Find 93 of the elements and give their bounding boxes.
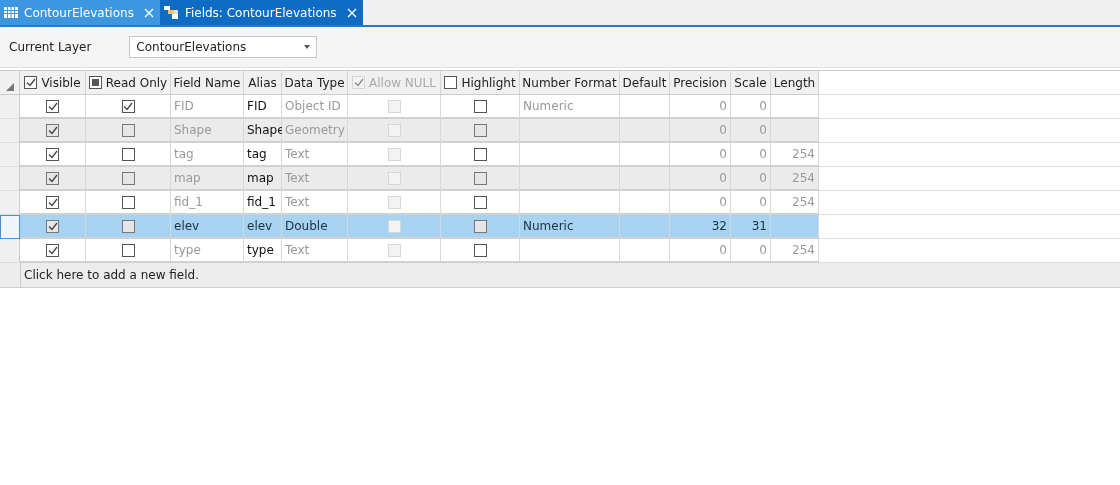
table-cell: fid_1: [244, 191, 282, 215]
column-header[interactable]: Length: [771, 71, 819, 95]
checkbox[interactable]: [46, 243, 59, 257]
column-header[interactable]: Visible: [20, 71, 86, 95]
checkbox[interactable]: [121, 171, 135, 185]
column-header[interactable]: Precision: [670, 71, 731, 95]
table-cell: [620, 95, 670, 119]
checkbox[interactable]: [121, 243, 135, 257]
checkbox[interactable]: [88, 76, 102, 89]
table-cell: Object ID: [282, 95, 348, 119]
table-cell: elev: [244, 215, 282, 239]
table-cell: 32: [670, 215, 731, 239]
checkbox[interactable]: [473, 171, 487, 185]
table-cell: [771, 95, 819, 119]
checkbox[interactable]: [121, 147, 135, 161]
checkbox[interactable]: [473, 99, 487, 113]
checkbox[interactable]: [473, 123, 487, 137]
checkbox[interactable]: [46, 171, 59, 185]
table-cell: Numeric: [520, 215, 620, 239]
column-header[interactable]: Highlight: [441, 71, 520, 95]
table-cell: [620, 191, 670, 215]
checkbox[interactable]: [46, 219, 59, 233]
close-icon[interactable]: [143, 7, 154, 18]
checkbox[interactable]: [444, 76, 458, 89]
column-header[interactable]: Number Format: [520, 71, 620, 95]
column-header[interactable]: Scale: [731, 71, 771, 95]
table-cell: FID: [244, 95, 282, 119]
table-cell: 254: [771, 239, 819, 263]
table-cell: [620, 167, 670, 191]
table-cell: Text: [282, 191, 348, 215]
table-cell: Double: [282, 215, 348, 239]
table-cell: 0: [670, 191, 731, 215]
layer-label: Current Layer: [9, 40, 92, 54]
table-cell: tag: [244, 143, 282, 167]
column-header[interactable]: Read Only: [86, 71, 171, 95]
table-cell: Numeric: [520, 95, 620, 119]
checkbox[interactable]: [473, 147, 487, 161]
table-cell: tag: [171, 143, 244, 167]
table-cell: 254: [771, 191, 819, 215]
checkbox[interactable]: [473, 243, 487, 257]
table-cell: 31: [731, 215, 771, 239]
table-cell: [620, 143, 670, 167]
table-cell: 0: [670, 119, 731, 143]
table-cell: 254: [771, 167, 819, 191]
checkbox[interactable]: [24, 76, 38, 89]
checkbox[interactable]: [473, 219, 487, 233]
table-cell: type: [171, 239, 244, 263]
checkbox[interactable]: [46, 99, 59, 113]
select-all-icon[interactable]: [5, 83, 14, 91]
column-header[interactable]: Field Name: [171, 71, 244, 95]
tab[interactable]: Fields: ContourElevations: [159, 0, 363, 25]
table-cell: 0: [731, 95, 771, 119]
table-cell: 0: [731, 191, 771, 215]
table-cell: 0: [731, 239, 771, 263]
table-cell: [620, 119, 670, 143]
table-cell: Shape: [171, 119, 244, 143]
table-cell: 0: [670, 167, 731, 191]
checkbox[interactable]: [121, 123, 135, 137]
checkbox[interactable]: [121, 99, 135, 113]
checkbox[interactable]: [46, 123, 59, 137]
close-icon[interactable]: [346, 7, 357, 18]
table-cell: 254: [771, 143, 819, 167]
table-cell: Text: [282, 167, 348, 191]
checkbox[interactable]: [46, 195, 59, 209]
table-cell: 0: [670, 239, 731, 263]
layer-dropdown[interactable]: ContourElevations: [129, 36, 318, 58]
table-cell: map: [171, 167, 244, 191]
column-header[interactable]: Default: [620, 71, 670, 95]
fields-icon: [163, 6, 179, 19]
table-cell: 0: [731, 119, 771, 143]
table-cell: Text: [282, 239, 348, 263]
checkbox[interactable]: [121, 219, 135, 233]
table-cell: 0: [731, 167, 771, 191]
table-cell: type: [244, 239, 282, 263]
checkbox[interactable]: [473, 195, 487, 209]
column-header[interactable]: Alias: [244, 71, 282, 95]
table-cell: [620, 215, 670, 239]
caret-icon: [304, 45, 311, 49]
table-cell: 0: [731, 143, 771, 167]
table-cell: [771, 215, 819, 239]
table-cell: elev: [171, 215, 244, 239]
table-cell: Text: [282, 143, 348, 167]
table-cell: FID: [171, 95, 244, 119]
table-cell: [771, 119, 819, 143]
column-header[interactable]: Data Type: [282, 71, 348, 95]
table-cell: map: [244, 167, 282, 191]
checkbox[interactable]: [121, 195, 135, 209]
table-icon: [4, 7, 18, 18]
table-cell: fid_1: [171, 191, 244, 215]
row-header[interactable]: [0, 215, 20, 239]
checkbox[interactable]: [46, 147, 59, 161]
table-cell: 0: [670, 143, 731, 167]
table-cell: 0: [670, 95, 731, 119]
